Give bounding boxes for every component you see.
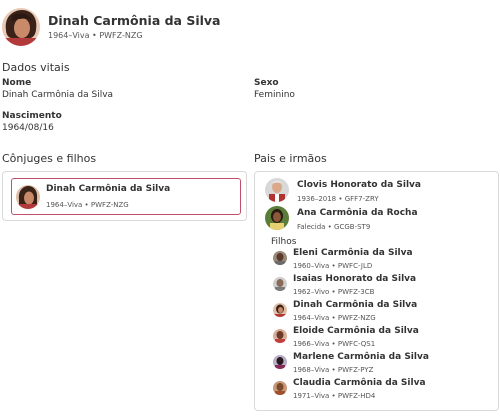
father-row[interactable]: Clovis Honorato da Silva 1936–2018 • GFF… (263, 176, 493, 203)
profile-name: Dinah Carmônia da Silva (48, 13, 221, 28)
child-row[interactable]: Claudia Carmônia da Silva 1971–Viva • PW… (271, 378, 493, 402)
mother-avatar (265, 206, 289, 230)
portrait-icon (265, 178, 289, 202)
spouses-card: Dinah Carmônia da Silva 1964–Viva • PWFZ… (2, 171, 247, 221)
child-meta: 1960–Viva • PWFC-JLD (293, 262, 373, 270)
father-meta: 1936–2018 • GFF7-ZRY (297, 195, 379, 203)
child-avatar (273, 381, 287, 395)
mother-row[interactable]: Ana Carmônia da Rocha Falecida • GCGB-ST… (263, 204, 493, 231)
child-avatar (273, 277, 287, 291)
portrait-icon (273, 303, 287, 317)
portrait-icon (273, 355, 287, 369)
profile-header: Dinah Carmônia da Silva 1964–Viva • PWFZ… (0, 0, 500, 52)
children-label: Filhos (271, 237, 297, 247)
spouses-title: Cônjuges e filhos (2, 152, 97, 165)
father-name[interactable]: Clovis Honorato da Silva (297, 180, 421, 190)
name-label: Nome (2, 78, 32, 88)
child-row[interactable]: Eleni Carmônia da Silva 1960–Viva • PWFC… (271, 248, 493, 272)
child-avatar (273, 251, 287, 265)
child-row[interactable]: Isaias Honorato da Silva 1962–Vivo • PWF… (271, 274, 493, 298)
sex-value: Feminino (254, 90, 295, 100)
portrait-icon (2, 8, 40, 46)
child-name[interactable]: Claudia Carmônia da Silva (293, 378, 426, 388)
spouse-person-meta: 1964–Viva • PWFZ-NZG (46, 201, 129, 209)
birth-label: Nascimento (2, 111, 62, 121)
child-name[interactable]: Dinah Carmônia da Silva (293, 300, 417, 310)
child-name[interactable]: Marlene Carmônia da Silva (293, 352, 429, 362)
child-avatar (273, 303, 287, 317)
child-meta: 1968–Viva • PWFZ-PYZ (293, 366, 374, 374)
birth-value: 1964/08/16 (2, 123, 54, 133)
spouse-person-avatar (16, 185, 40, 209)
sex-label: Sexo (254, 78, 279, 88)
name-value: Dinah Carmônia da Silva (2, 90, 114, 100)
profile-lifespan-id: 1964–Viva • PWFZ-NZG (48, 31, 143, 40)
parents-title: Pais e irmãos (254, 152, 327, 165)
mother-meta: Falecida • GCGB-ST9 (297, 223, 371, 231)
child-meta: 1962–Vivo • PWFZ-3CB (293, 288, 375, 296)
profile-avatar (2, 8, 40, 46)
portrait-icon (273, 251, 287, 265)
child-name[interactable]: Eleni Carmônia da Silva (293, 248, 413, 258)
child-avatar (273, 329, 287, 343)
child-meta: 1971–Viva • PWFZ-HD4 (293, 392, 376, 400)
portrait-icon (273, 381, 287, 395)
spouse-person-row[interactable]: Dinah Carmônia da Silva 1964–Viva • PWFZ… (11, 178, 241, 215)
spouse-person-name[interactable]: Dinah Carmônia da Silva (46, 184, 170, 194)
parents-card: Clovis Honorato da Silva 1936–2018 • GFF… (254, 171, 499, 411)
portrait-icon (273, 329, 287, 343)
child-row[interactable]: Marlene Carmônia da Silva 1968–Viva • PW… (271, 352, 493, 376)
vitals-title: Dados vitais (2, 61, 70, 74)
father-avatar (265, 178, 289, 202)
portrait-icon (265, 206, 289, 230)
child-avatar (273, 355, 287, 369)
portrait-icon (273, 277, 287, 291)
child-meta: 1966–Viva • PWFC-QS1 (293, 340, 376, 348)
child-name[interactable]: Eloide Carmônia da Silva (293, 326, 419, 336)
child-row[interactable]: Eloide Carmônia da Silva 1966–Viva • PWF… (271, 326, 493, 350)
child-meta: 1964–Viva • PWFZ-NZG (293, 314, 376, 322)
mother-name[interactable]: Ana Carmônia da Rocha (297, 208, 418, 218)
child-row[interactable]: Dinah Carmônia da Silva 1964–Viva • PWFZ… (271, 300, 493, 324)
portrait-icon (16, 185, 40, 209)
child-name[interactable]: Isaias Honorato da Silva (293, 274, 416, 284)
